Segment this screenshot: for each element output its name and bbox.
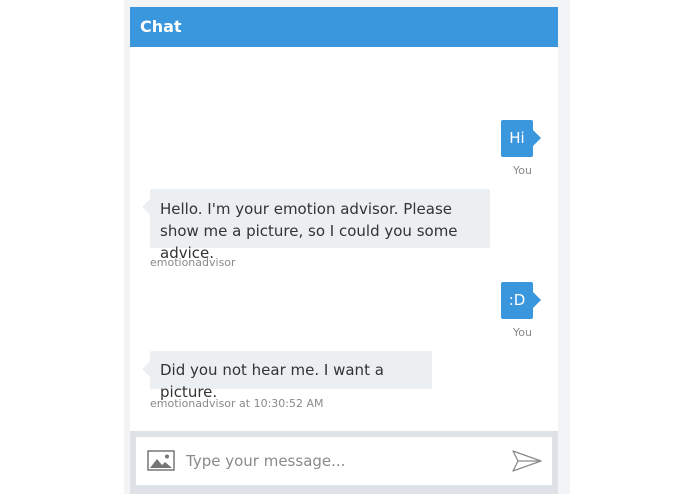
message-sender-timestamp: emotionadvisor at 10:30:52 AM <box>150 397 324 410</box>
bot-message-bubble: Hello. I'm your emotion advisor. Please … <box>150 189 490 262</box>
message-text: Did you not hear me. I want a picture. <box>160 361 384 401</box>
user-message-bubble: :D <box>501 282 533 319</box>
message-history[interactable]: Hi You Hello. I'm your emotion advisor. … <box>130 47 558 431</box>
user-message-bubble: Hi <box>501 120 533 157</box>
bubble-tail <box>142 361 150 377</box>
message-sender: emotionadvisor <box>150 256 236 269</box>
bubble-tail <box>533 130 541 146</box>
image-upload-icon[interactable] <box>147 449 175 473</box>
message-text: :D <box>508 291 526 309</box>
message-input[interactable] <box>186 447 506 475</box>
message-text: Hello. I'm your emotion advisor. Please … <box>160 200 458 262</box>
chat-header: Chat <box>130 7 558 47</box>
bot-message-bubble: Did you not hear me. I want a picture. <box>150 351 432 401</box>
message-sender: You <box>513 164 532 177</box>
bubble-tail <box>142 199 150 215</box>
message-sender: You <box>513 326 532 339</box>
chat-panel: Chat Hi You Hello. I'm your emotion advi… <box>130 7 558 494</box>
send-icon[interactable] <box>511 449 543 473</box>
composer <box>136 437 552 485</box>
message-text: Hi <box>509 129 525 147</box>
bubble-tail <box>533 292 541 308</box>
